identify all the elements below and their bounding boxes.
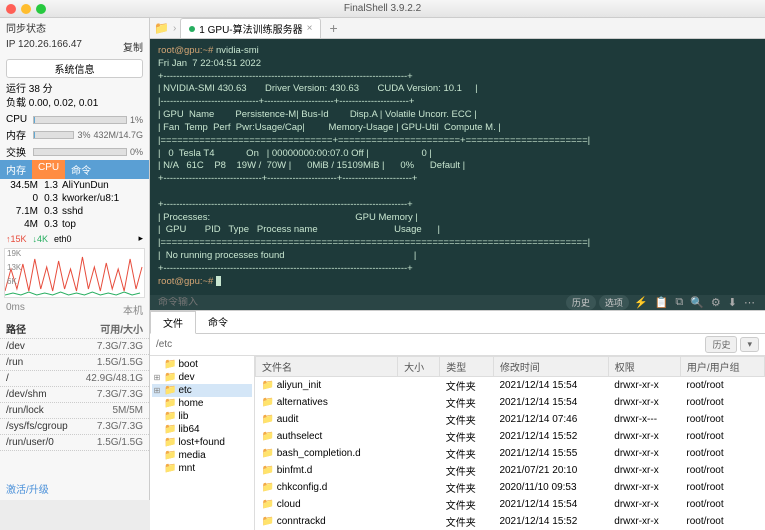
- tree-node[interactable]: ⊞📁etc: [152, 384, 252, 397]
- tree-node[interactable]: 📁lib: [152, 410, 252, 423]
- file-row[interactable]: 📁 cloud文件夹2021/12/14 15:54drwxr-xr-xroot…: [256, 496, 765, 513]
- folder-icon[interactable]: 📁: [154, 21, 169, 35]
- file-row[interactable]: 📁 bash_completion.d文件夹2021/12/14 15:55dr…: [256, 445, 765, 462]
- disk-row: /dev/shm7.3G/7.3G: [0, 387, 149, 403]
- download-icon[interactable]: ⬇: [726, 296, 739, 309]
- disk-row: /run1.5G/1.5G: [0, 355, 149, 371]
- file-row[interactable]: 📁 conntrackd文件夹2021/12/14 15:52drwxr-xr-…: [256, 513, 765, 530]
- window-title: FinalShell 3.9.2.2: [344, 3, 421, 14]
- tree-node[interactable]: 📁boot: [152, 358, 252, 371]
- file-list[interactable]: 文件名 大小 类型 修改时间 权限 用户/用户组 📁 aliyun_init文件…: [255, 356, 765, 530]
- process-row[interactable]: 00.3kworker/u8:1: [0, 192, 149, 205]
- disk-row: /run/user/01.5G/1.5G: [0, 435, 149, 451]
- file-row[interactable]: 📁 binfmt.d文件夹2021/07/21 20:10drwxr-xr-xr…: [256, 462, 765, 479]
- titlebar: FinalShell 3.9.2.2: [0, 0, 765, 18]
- ip-address: IP 120.26.166.47: [6, 39, 82, 54]
- tabbar: 📁 › 1 GPU-算法训练服务器 × +: [150, 18, 765, 39]
- maximize-button[interactable]: [36, 4, 46, 14]
- tree-node[interactable]: 📁home: [152, 397, 252, 410]
- bolt-icon[interactable]: ⚡: [632, 296, 650, 309]
- close-tab-icon[interactable]: ×: [307, 23, 313, 34]
- file-row[interactable]: 📁 alternatives文件夹2021/12/14 15:54drwxr-x…: [256, 394, 765, 411]
- sidebar: 同步状态 IP 120.26.166.47 复制 系统信息 运行 38 分 负载 …: [0, 18, 150, 500]
- process-row[interactable]: 7.1M0.3sshd: [0, 205, 149, 218]
- search-icon[interactable]: 🔍: [688, 296, 706, 309]
- command-input-bar: 历史 选项 ⚡ 📋 ⧉ 🔍 ⚙ ⬇ ⋯: [150, 295, 765, 310]
- options-button[interactable]: 选项: [599, 295, 629, 310]
- close-button[interactable]: [6, 4, 16, 14]
- tab-mem[interactable]: 内存: [0, 160, 32, 179]
- clipboard-icon[interactable]: 📋: [653, 296, 671, 309]
- session-tab[interactable]: 1 GPU-算法训练服务器 ×: [180, 18, 321, 38]
- path-history-button[interactable]: 历史: [705, 336, 737, 353]
- uptime: 运行 38 分: [6, 83, 143, 97]
- net-down: ↓4K: [33, 234, 49, 244]
- tree-node[interactable]: 📁media: [152, 449, 252, 462]
- disk-row: /dev7.3G/7.3G: [0, 339, 149, 355]
- sync-status-label: 同步状态: [6, 20, 46, 35]
- file-row[interactable]: 📁 authselect文件夹2021/12/14 15:52drwxr-xr-…: [256, 428, 765, 445]
- tree-node[interactable]: ⊞📁dev: [152, 371, 252, 384]
- gear-icon[interactable]: ⚙: [709, 296, 723, 309]
- minimize-button[interactable]: [21, 4, 31, 14]
- disk-row: /42.9G/48.1G: [0, 371, 149, 387]
- copy-icon[interactable]: ⧉: [673, 296, 685, 309]
- terminal[interactable]: root@gpu:~# nvidia-smi Fri Jan 7 22:04:5…: [150, 39, 765, 295]
- disk-row: /run/lock5M/5M: [0, 403, 149, 419]
- copy-button[interactable]: 复制: [123, 39, 143, 54]
- net-up: ↑15K: [6, 234, 27, 244]
- command-input[interactable]: [158, 297, 560, 308]
- tab-cmd[interactable]: 命令: [65, 160, 97, 179]
- disk-row: /sys/fs/cgroup7.3G/7.3G: [0, 419, 149, 435]
- file-row[interactable]: 📁 audit文件夹2021/12/14 07:46drwxr-x---root…: [256, 411, 765, 428]
- process-row[interactable]: 4M0.3top: [0, 218, 149, 231]
- load: 负载 0.00, 0.02, 0.01: [6, 97, 143, 111]
- activate-link[interactable]: 激活/升级: [0, 477, 149, 500]
- path-dropdown[interactable]: ▾: [740, 337, 759, 352]
- commands-tab[interactable]: 命令: [196, 311, 240, 333]
- tree-node[interactable]: 📁lost+found: [152, 436, 252, 449]
- add-tab-button[interactable]: +: [325, 20, 341, 36]
- tree-node[interactable]: 📁mnt: [152, 462, 252, 475]
- tab-cpu[interactable]: CPU: [32, 160, 65, 179]
- files-tab[interactable]: 文件: [150, 311, 196, 334]
- file-pane: 文件 命令 /etc 历史 ▾ 📁boot⊞📁dev⊞📁etc📁home📁lib…: [150, 310, 765, 530]
- process-row[interactable]: 34.5M1.3AliYunDun: [0, 179, 149, 192]
- current-path[interactable]: /etc: [156, 339, 702, 350]
- process-list: 34.5M1.3AliYunDun00.3kworker/u8:17.1M0.3…: [0, 179, 149, 231]
- file-row[interactable]: 📁 aliyun_init文件夹2021/12/14 15:54drwxr-xr…: [256, 377, 765, 395]
- history-button[interactable]: 历史: [566, 295, 596, 310]
- folder-tree[interactable]: 📁boot⊞📁dev⊞📁etc📁home📁lib📁lib64📁lost+foun…: [150, 356, 255, 530]
- net-graph: 19K 13K 6K: [4, 248, 145, 298]
- more-icon[interactable]: ⋯: [742, 296, 757, 309]
- file-row[interactable]: 📁 chkconfig.d文件夹2020/11/10 09:53drwxr-xr…: [256, 479, 765, 496]
- status-dot: [189, 26, 195, 32]
- sysinfo-button[interactable]: 系统信息: [6, 59, 143, 78]
- tree-node[interactable]: 📁lib64: [152, 423, 252, 436]
- chevron-right-icon: ›: [173, 23, 176, 34]
